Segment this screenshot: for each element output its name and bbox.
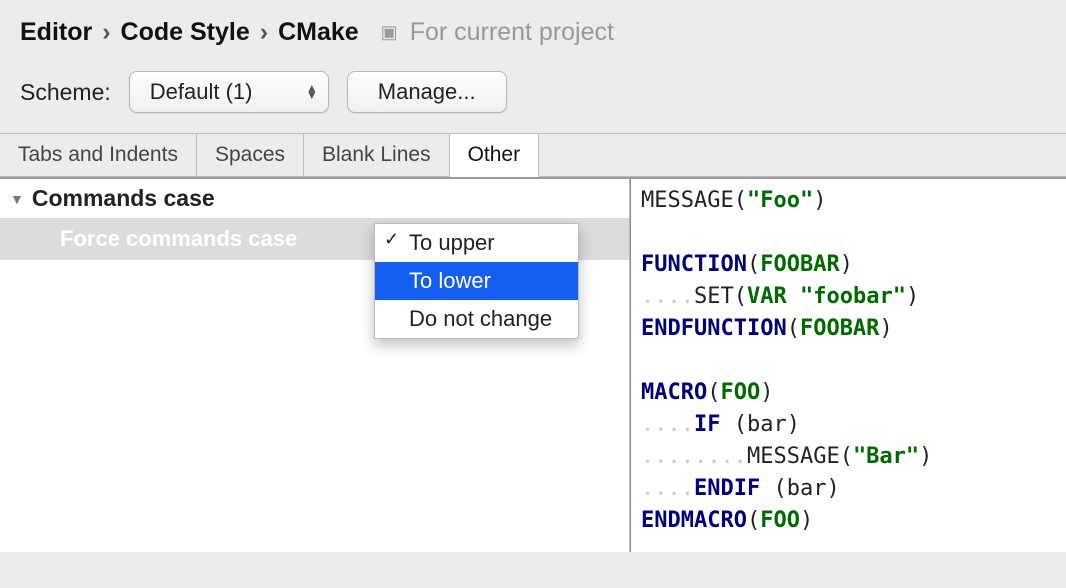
manage-button[interactable]: Manage... — [347, 71, 507, 113]
dropdown-item-to-lower[interactable]: To lower — [375, 262, 578, 300]
breadcrumb-cmake: CMake — [278, 18, 359, 47]
dropdown-item-to-upper[interactable]: To upper — [375, 224, 578, 262]
breadcrumb-editor[interactable]: Editor — [20, 18, 92, 47]
code-line: FUNCTION(FOOBAR) — [641, 249, 1056, 281]
section-title: Commands case — [32, 185, 215, 212]
code-line: ENDFUNCTION(FOOBAR) — [641, 313, 1056, 345]
content: ▼ Commands case Force commands case To u… — [0, 177, 1066, 552]
scheme-select[interactable]: Default (1) ▲▼ — [129, 71, 329, 113]
code-line: ENDMACRO(FOO) — [641, 505, 1056, 537]
tab-tabs-and-indents[interactable]: Tabs and Indents — [0, 134, 197, 176]
option-label: Force commands case — [60, 226, 297, 252]
header-breadcrumb-row: Editor › Code Style › CMake ▣ For curren… — [0, 0, 1066, 47]
scope-text: For current project — [410, 18, 614, 47]
scheme-value: Default (1) — [150, 79, 253, 105]
code-line: ....IF (bar) — [641, 409, 1056, 441]
breadcrumb-code-style[interactable]: Code Style — [121, 18, 250, 47]
breadcrumb-sep-1: › — [102, 18, 110, 47]
breadcrumb-sep-2: › — [260, 18, 268, 47]
code-line: MESSAGE("Foo") — [641, 185, 1056, 217]
disclosure-triangle-icon: ▼ — [10, 191, 24, 207]
code-line: ....ENDIF (bar) — [641, 473, 1056, 505]
scope-icon: ▣ — [381, 22, 398, 43]
tab-other[interactable]: Other — [450, 134, 540, 177]
options-pane: ▼ Commands case Force commands case To u… — [0, 179, 630, 552]
breadcrumb: Editor › Code Style › CMake — [20, 18, 359, 47]
code-line: MACRO(FOO) — [641, 377, 1056, 409]
section-commands-case[interactable]: ▼ Commands case — [0, 179, 629, 218]
scheme-label: Scheme: — [20, 79, 111, 106]
code-line: ....SET(VAR "foobar") — [641, 281, 1056, 313]
code-line-blank — [641, 217, 1056, 249]
code-line-blank — [641, 345, 1056, 377]
select-chevrons-icon: ▲▼ — [306, 85, 318, 99]
commands-case-dropdown: To upper To lower Do not change — [374, 223, 579, 339]
dropdown-item-do-not-change[interactable]: Do not change — [375, 300, 578, 338]
tab-blank-lines[interactable]: Blank Lines — [304, 134, 450, 176]
code-line: ........MESSAGE("Bar") — [641, 441, 1056, 473]
tabs: Tabs and Indents Spaces Blank Lines Othe… — [0, 133, 1066, 177]
code-preview: MESSAGE("Foo") FUNCTION(FOOBAR) ....SET(… — [630, 179, 1066, 552]
scheme-row: Scheme: Default (1) ▲▼ Manage... — [0, 47, 1066, 133]
tab-spaces[interactable]: Spaces — [197, 134, 304, 176]
